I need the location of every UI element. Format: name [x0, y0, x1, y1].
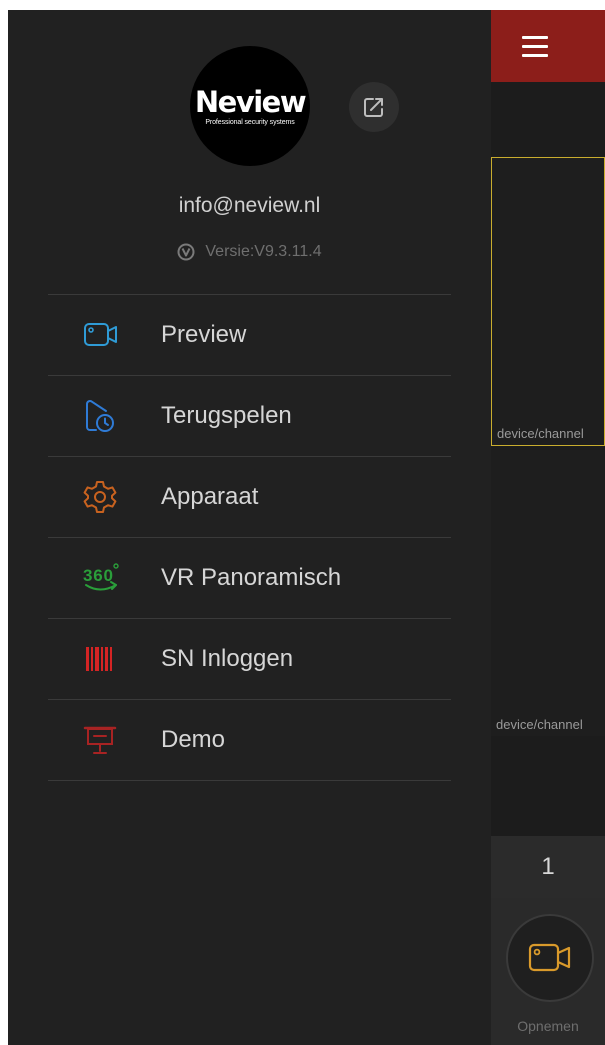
menu-item-device[interactable]: Apparaat	[48, 457, 451, 538]
menu-item-label: Terugspelen	[161, 402, 292, 429]
menu-item-preview[interactable]: Preview	[48, 295, 451, 376]
menu-item-playback[interactable]: Terugspelen	[48, 376, 451, 457]
menu-item-label: VR Panoramisch	[161, 564, 342, 591]
menu-item-vr-panorama[interactable]: 360 VR Panoramisch	[48, 538, 451, 619]
hamburger-line	[522, 53, 548, 57]
hamburger-menu-button[interactable]	[491, 10, 605, 82]
menu-item-label: Demo	[161, 726, 226, 753]
video-channel-2[interactable]: device/channel	[491, 450, 605, 736]
hamburger-line	[522, 35, 548, 39]
channel-label: device/channel	[496, 717, 583, 732]
version-row: Versie:V9.3.11.4	[8, 243, 491, 261]
video-channel-1[interactable]: device/channel	[491, 157, 605, 446]
menu-item-sn-login[interactable]: SN Inloggen	[48, 619, 451, 700]
record-label: Opnemen	[517, 1018, 579, 1034]
account-email: info@neview.nl	[178, 194, 321, 217]
menu-item-label: SN Inloggen	[161, 645, 294, 672]
share-export-icon	[364, 98, 383, 117]
record-panel: Opnemen	[491, 898, 605, 1045]
logo-tagline: Professional security systems	[205, 118, 295, 126]
app-screen: Neview Professional security systems inf…	[8, 10, 605, 1045]
drawer-menu: Preview Terugspelen Apparaat 360 VR Pano…	[48, 294, 451, 781]
hamburger-line	[522, 44, 548, 48]
menu-item-label: Preview	[161, 321, 247, 348]
logout-button[interactable]	[349, 82, 399, 132]
version-text: Versie:V9.3.11.4	[205, 243, 322, 260]
version-icon	[177, 243, 195, 261]
playback-clock-icon	[86, 400, 114, 432]
page-number[interactable]: 1	[491, 836, 605, 898]
channel-label: device/channel	[497, 426, 584, 441]
vr-360-icon: 360	[83, 563, 119, 591]
barcode-icon	[86, 647, 112, 671]
logo-name: Neview	[194, 84, 307, 119]
navigation-drawer: Neview Professional security systems inf…	[8, 10, 491, 1045]
menu-item-demo[interactable]: Demo	[48, 700, 451, 781]
live-view-strip: device/channel device/channel 1 Opnemen	[491, 10, 605, 1045]
presentation-icon	[83, 726, 117, 754]
gear-icon	[83, 481, 117, 513]
camera-icon	[528, 943, 571, 972]
brand-logo: Neview Professional security systems	[190, 46, 310, 166]
menu-item-label: Apparaat	[161, 483, 259, 510]
camera-icon	[84, 323, 117, 346]
svg-text:360: 360	[83, 566, 113, 585]
record-button[interactable]	[506, 914, 594, 1002]
